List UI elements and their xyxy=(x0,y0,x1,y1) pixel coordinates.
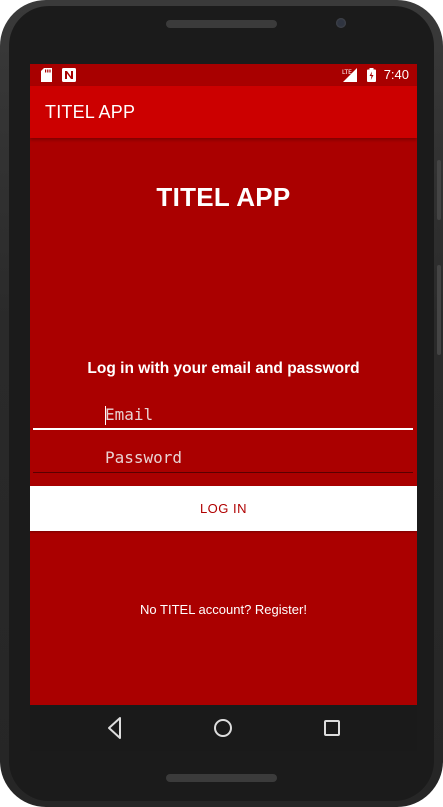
password-field[interactable] xyxy=(33,443,413,473)
notification-n-icon xyxy=(62,68,76,82)
login-instruction: Log in with your email and password xyxy=(87,360,360,377)
register-link[interactable]: No TITEL account? Register! xyxy=(30,602,417,617)
login-content: TITEL APP Log in with your email and pas… xyxy=(30,138,417,705)
screen: LTE 7:40 TITEL APP TITEL APP Log in with… xyxy=(30,64,417,751)
back-icon[interactable] xyxy=(107,716,123,740)
email-field[interactable] xyxy=(33,400,413,430)
home-icon[interactable] xyxy=(212,716,234,740)
recents-icon[interactable] xyxy=(322,716,342,740)
navigation-bar xyxy=(30,705,417,751)
volume-button xyxy=(437,160,441,220)
status-time: 7:40 xyxy=(383,67,409,82)
earpiece-speaker xyxy=(166,20,277,28)
svg-text:LTE: LTE xyxy=(342,69,352,76)
bottom-speaker xyxy=(166,774,277,782)
status-bar: LTE 7:40 xyxy=(30,64,417,86)
app-bar-title: TITEL APP xyxy=(45,102,136,122)
text-cursor xyxy=(105,406,106,425)
page-title: TITEL APP xyxy=(156,182,291,212)
phone-frame: LTE 7:40 TITEL APP TITEL APP Log in with… xyxy=(0,0,443,807)
battery-icon xyxy=(367,68,376,82)
sd-card-icon xyxy=(41,68,52,82)
front-camera xyxy=(336,18,346,28)
power-button xyxy=(437,265,441,355)
signal-lte-icon: LTE xyxy=(342,68,357,82)
app-bar: TITEL APP xyxy=(30,86,417,138)
login-button[interactable]: LOG IN xyxy=(30,486,417,531)
